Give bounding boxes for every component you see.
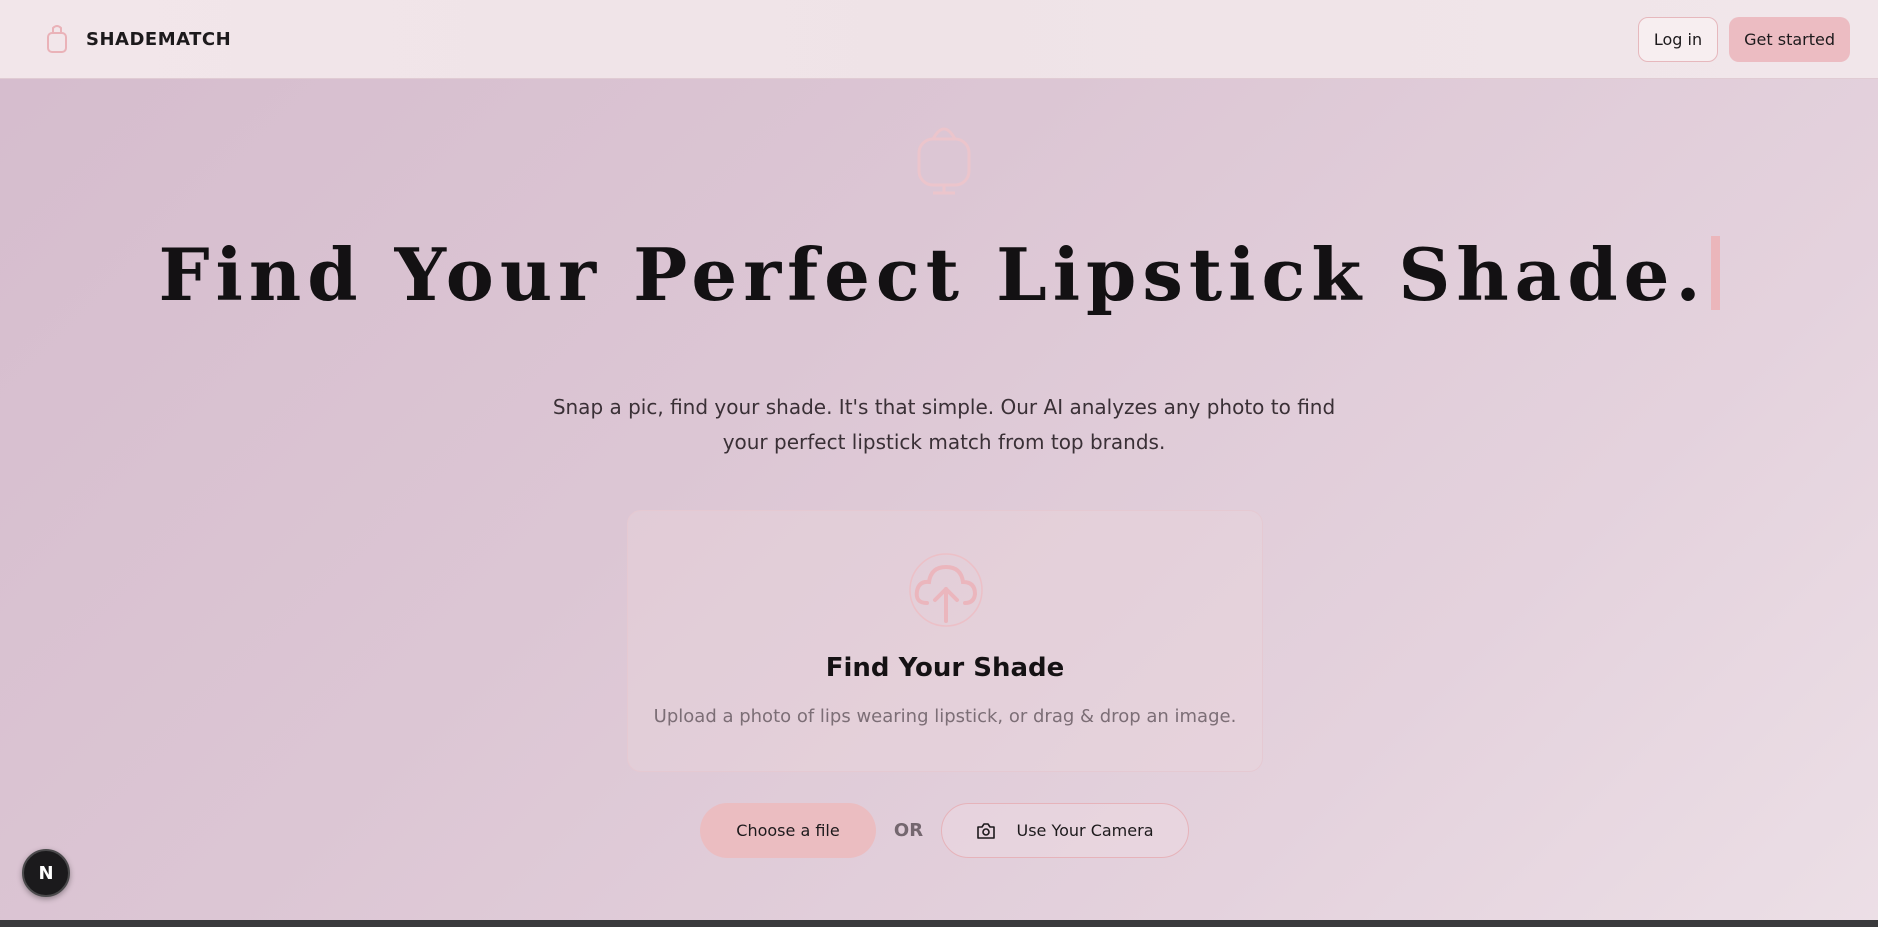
upload-title: Find Your Shade [825, 653, 1065, 683]
cloud-upload-icon [909, 553, 983, 627]
hero-headline: Find Your Perfect Lipstick Shade. [0, 232, 1878, 317]
hero-headline-text: Find Your Perfect Lipstick Shade. [158, 232, 1707, 317]
lipstick-icon [47, 25, 67, 53]
upload-dropzone[interactable]: Find Your Shade Upload a photo of lips w… [627, 510, 1263, 772]
get-started-button[interactable]: Get started [1729, 16, 1850, 62]
upload-actions: Choose a file OR Use Your Camera [700, 803, 1189, 858]
nextjs-devtools-badge[interactable]: N [22, 849, 70, 897]
window-bottom-edge [0, 920, 1878, 927]
hero-subtitle: Snap a pic, find your shade. It's that s… [552, 395, 1336, 454]
camera-icon [977, 822, 996, 839]
or-separator: OR [893, 820, 924, 841]
typing-caret [1710, 236, 1720, 310]
brand[interactable]: SHADEMATCH [44, 24, 231, 54]
login-button[interactable]: Log in [1637, 16, 1719, 62]
use-camera-label: Use Your Camera [1016, 821, 1154, 840]
nextjs-logo-icon: N [38, 862, 54, 884]
lipstick-icon [917, 127, 971, 195]
nav-actions: Log in Get started [1637, 16, 1850, 62]
use-camera-button[interactable]: Use Your Camera [941, 803, 1189, 858]
top-navbar: SHADEMATCH Log in Get started [0, 0, 1878, 79]
upload-description: Upload a photo of lips wearing lipstick,… [653, 706, 1237, 727]
choose-file-button[interactable]: Choose a file [700, 803, 876, 858]
brand-name: SHADEMATCH [86, 28, 232, 50]
